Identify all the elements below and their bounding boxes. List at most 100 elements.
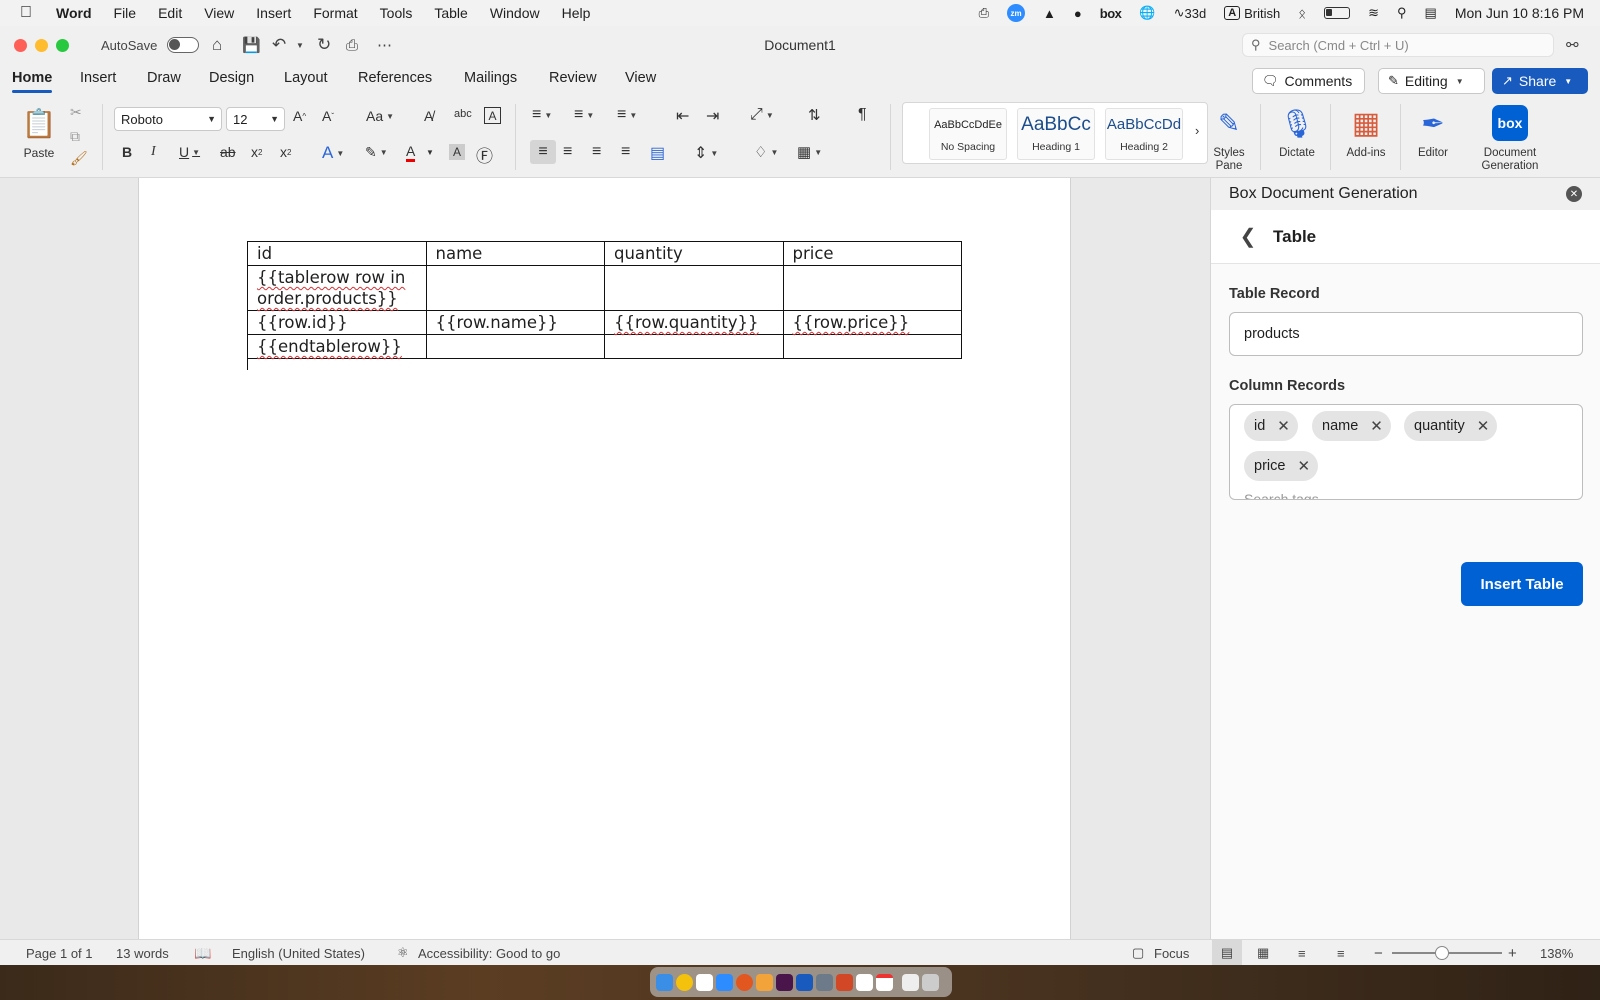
superscript-icon[interactable]: x2 [280,144,291,160]
character-shading-icon[interactable]: A [449,144,465,160]
numbering-icon[interactable]: ≡ ▼ [574,106,594,124]
style-heading-1[interactable]: AaBbCc Heading 1 [1017,108,1095,160]
subscript-icon[interactable]: x2 [251,144,262,160]
multilevel-list-icon[interactable]: ≡ ▼ [617,106,637,124]
align-center-icon[interactable]: ≡ [563,143,572,161]
zoom-app-icon[interactable]: zm [1007,4,1026,22]
document-generation-button[interactable]: box Document Generation [1472,102,1548,173]
sort-icon[interactable]: ⇅ [808,106,821,124]
styles-more-chevron-icon[interactable]: › [1195,123,1199,138]
table-cell[interactable]: {{row.name}} [425,310,605,335]
menu-insert[interactable]: Insert [245,5,302,21]
enclose-characters-icon[interactable]: Ⓕ [476,142,493,167]
increase-indent-icon[interactable]: ⇥ [706,106,719,126]
app-tray-icon[interactable]: ● [1074,6,1082,21]
drive-icon[interactable]: ▲ [1043,6,1056,21]
search-input[interactable]: ⚲ Search (Cmd + Ctrl + U) [1242,33,1554,57]
character-border-icon[interactable]: A [484,107,501,124]
minimize-window-button[interactable] [35,39,48,52]
tab-design[interactable]: Design [209,70,254,86]
insert-table-button[interactable]: Insert Table [1461,562,1583,606]
timer-tray[interactable]: ∿ 33d [1174,5,1207,21]
chevron-down-icon[interactable]: ▼ [426,148,434,157]
word-count[interactable]: 13 words [116,940,169,966]
draft-view-icon[interactable]: ≡ [1337,940,1345,966]
editor-button[interactable]: ✒ Editor [1410,102,1456,160]
print-icon[interactable]: ⎙ [346,26,358,64]
notes-icon[interactable] [695,973,713,991]
web-layout-icon[interactable]: ▦ [1257,940,1269,966]
table-cell[interactable]: {{tablerow row in order.products}} [247,265,427,311]
share-button[interactable]: ↗ Share ▼ [1492,68,1588,94]
menu-tools[interactable]: Tools [369,5,424,21]
add-ins-button[interactable]: ▦ Add-ins [1340,102,1392,160]
tag-search-placeholder[interactable]: Search tags [1244,491,1319,499]
preview-icon[interactable] [815,973,833,991]
justify-icon[interactable]: ≡ [621,143,630,161]
box-tray-icon[interactable]: box [1100,6,1122,21]
finder-icon[interactable] [655,973,673,991]
zoom-out-icon[interactable]: − [1374,940,1383,966]
apple-menu-icon[interactable]:  [0,4,52,22]
grow-font-icon[interactable]: A ^ [293,108,306,124]
text-direction-icon[interactable]: ⤢ ▼ [750,106,774,124]
bluetooth-icon[interactable]: ᛟ [1298,6,1306,21]
paste-button[interactable]: 📋 Paste [14,102,64,160]
font-color-icon[interactable]: A [406,143,416,162]
font-size-select[interactable]: 12 ▼ [226,107,285,131]
menu-help[interactable]: Help [551,5,602,21]
menu-format[interactable]: Format [302,5,368,21]
redo-icon[interactable]: ↻ [317,26,331,64]
textedit-icon[interactable] [855,973,873,991]
document-page[interactable]: id name quantity price {{tablerow row in… [138,178,1071,939]
input-source[interactable]: A British [1224,6,1280,21]
tab-insert[interactable]: Insert [80,70,116,86]
align-left-icon[interactable]: ≡ [530,140,556,164]
bold-icon[interactable]: B [122,144,132,160]
tab-home[interactable]: Home [12,70,53,93]
table-cell[interactable] [782,265,962,311]
remove-tag-icon[interactable]: ✕ [1297,457,1310,475]
editing-mode-button[interactable]: ✎ Editing ▼ [1378,68,1485,94]
table-cell[interactable]: name [425,241,605,266]
trash-icon[interactable] [922,973,939,991]
save-icon[interactable]: 💾 [242,26,261,64]
battery-icon[interactable] [1324,7,1351,19]
table-cell[interactable] [604,334,784,359]
zoom-level[interactable]: 138% [1540,940,1573,966]
copy-icon[interactable]: ⧉ [70,128,80,145]
distributed-icon[interactable]: ▤ [650,143,665,163]
menu-file[interactable]: File [103,5,148,21]
menubar-clock[interactable]: Mon Jun 10 8:16 PM [1455,5,1584,21]
tab-view[interactable]: View [625,70,656,86]
menu-table[interactable]: Table [423,5,478,21]
italic-icon[interactable]: I [151,144,156,160]
comments-button[interactable]: 🗨 Comments [1252,68,1365,94]
sublime-icon[interactable] [755,973,773,991]
remove-tag-icon[interactable]: ✕ [1277,417,1290,435]
table-cell[interactable]: {{endtablerow}} [247,334,427,359]
autosave-toggle[interactable] [167,26,199,64]
spotlight-search-icon[interactable]: ⚲ [1397,5,1407,21]
styles-pane-button[interactable]: ✎ Styles Pane [1208,102,1250,173]
document-canvas[interactable]: id name quantity price {{tablerow row in… [0,178,1210,939]
zoom-window-button[interactable] [56,39,69,52]
slack-icon[interactable] [775,973,793,991]
bullets-icon[interactable]: ≡ ▼ [532,106,552,124]
decrease-indent-icon[interactable]: ⇤ [676,106,689,126]
outline-view-icon[interactable]: ≡ [1298,940,1306,966]
tab-mailings[interactable]: Mailings [464,70,517,86]
more-icon[interactable]: ⋯ [377,26,392,64]
table-cell[interactable]: price [782,241,962,266]
word-dock-icon[interactable] [795,973,813,991]
print-layout-icon[interactable]: ▤ [1212,940,1242,966]
style-no-spacing[interactable]: AaBbCcDdEe No Spacing [929,108,1007,160]
back-chevron-icon[interactable]: ❮ [1223,224,1273,249]
language-status[interactable]: English (United States) [232,940,365,966]
format-painter-icon[interactable]: 🖌 [70,150,88,167]
wifi-icon[interactable]: ≋ [1368,5,1379,21]
table-cell[interactable]: {{row.id}} [247,310,427,335]
undo-icon[interactable]: ↶ [272,26,286,64]
shrink-font-icon[interactable]: Aˇ [322,108,334,124]
globe-icon[interactable]: 🌐 [1139,5,1155,21]
